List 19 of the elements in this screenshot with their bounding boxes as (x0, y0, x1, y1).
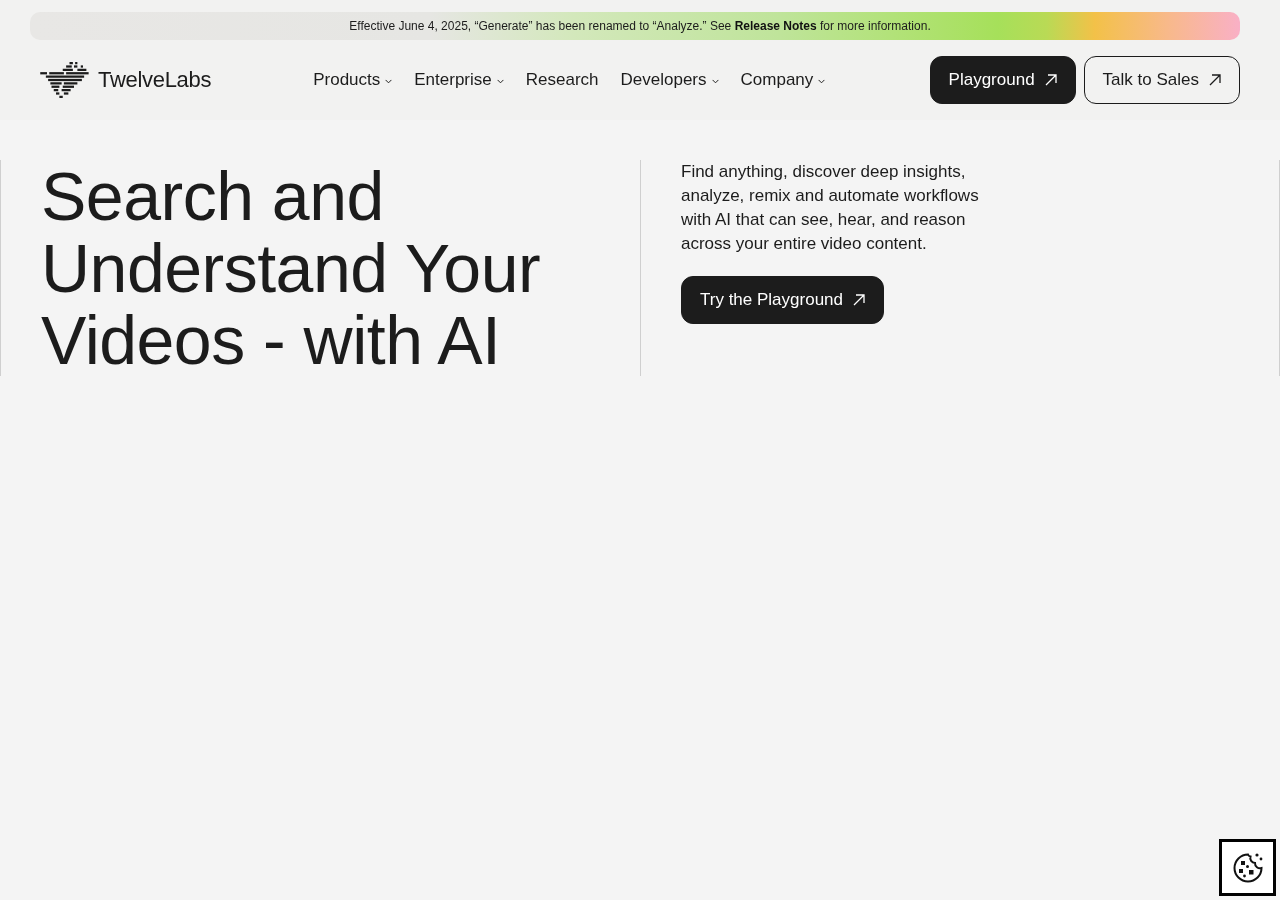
hero-heading: Search and Understand Your Videos - with AI (41, 160, 542, 376)
arrow-up-right-icon (1209, 74, 1221, 86)
announcement-text: Effective June 4, 2025, “Generate” has been renamed to “Analyze.” See Release Notes for more information. (348, 19, 931, 33)
arrow-up-right-icon (853, 294, 865, 306)
cookie-settings-button[interactable] (1219, 839, 1276, 896)
nav-link[interactable]: Research (525, 70, 599, 90)
arrow-up-right-icon (1044, 74, 1057, 86)
try-playground-button[interactable]: Try the Playground (681, 276, 884, 324)
hero-description: Find anything, discover deep insights, analyze, remix and automate workflows with AI that can see, hear, and reason across your entire video content. (681, 161, 980, 255)
nav-link[interactable]: Enterprise (414, 70, 504, 90)
header-action-button[interactable]: Talk to Sales (1083, 56, 1240, 104)
striped-logo-icon (40, 62, 90, 98)
header-action-button[interactable]: Playground (929, 56, 1076, 104)
release-notes-link[interactable]: Release Notes (734, 19, 817, 33)
nav-link[interactable]: Products (313, 70, 393, 90)
nav-link[interactable]: Developers (620, 70, 719, 90)
home-logo-link[interactable]: TwelveLabs (40, 62, 212, 98)
nav-link[interactable]: Company (740, 70, 826, 90)
cookie-icon (1231, 851, 1264, 884)
